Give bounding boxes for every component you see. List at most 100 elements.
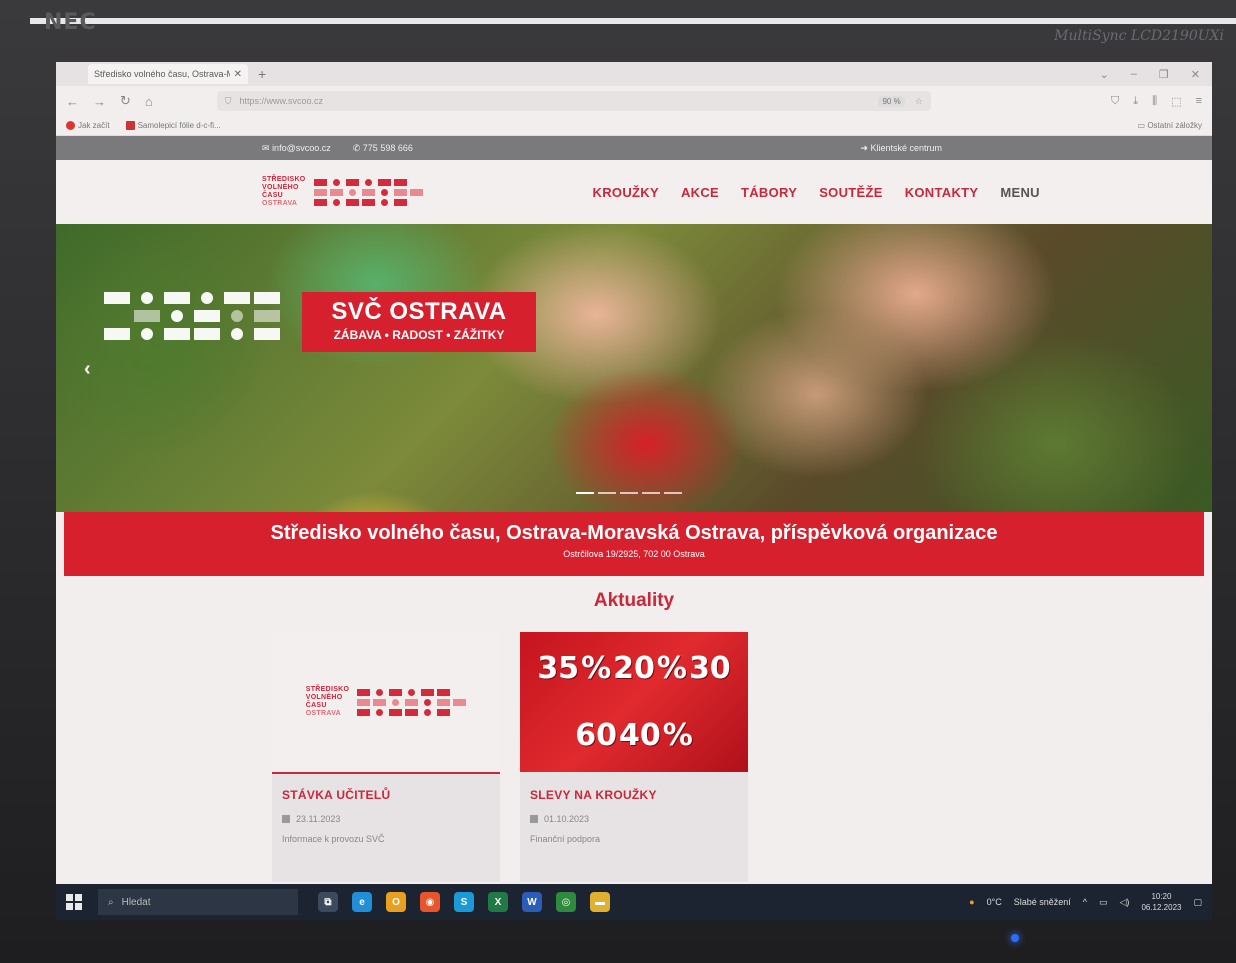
- nav-kontakty[interactable]: KONTAKTY: [905, 185, 979, 200]
- hero-title: SVČ OSTRAVA: [331, 298, 507, 325]
- edge-icon[interactable]: e: [352, 892, 372, 912]
- outlook-icon[interactable]: O: [386, 892, 406, 912]
- client-center-link[interactable]: ➜ Klientské centrum: [860, 143, 942, 154]
- volume-icon[interactable]: ◁): [1120, 897, 1130, 908]
- news-card-date: 01.10.2023: [530, 814, 738, 824]
- site-topbar: ✉ info@svcoo.cz ✆ 775 598 666 ➜ Klientsk…: [56, 136, 1212, 160]
- nav-akce[interactable]: AKCE: [681, 185, 719, 200]
- news-card[interactable]: 35 % 20 % 30 60 40 % SLEVY NA KROUŽKY 01…: [520, 632, 748, 882]
- news-card-body: STÁVKA UČITELŮ 23.11.2023 Informace k pr…: [272, 772, 500, 882]
- bookmark-item[interactable]: Jak začít: [66, 121, 110, 131]
- close-tab-icon[interactable]: ✕: [234, 69, 242, 80]
- taskbar-apps: ⧉ e O ◉ S X W ◎ ▬: [318, 892, 610, 912]
- chevron-down-icon[interactable]: ⌄: [1100, 68, 1109, 81]
- org-address: Ostrčilova 19/2925, 702 00 Ostrava: [563, 549, 705, 559]
- new-tab-icon[interactable]: +: [258, 66, 266, 82]
- monitor-model: MultiSync LCD2190UXi: [1054, 28, 1224, 44]
- search-icon: ⌕: [108, 896, 114, 908]
- weather-desc[interactable]: Slabé sněžení: [1014, 897, 1071, 907]
- weather-temp[interactable]: 0°C: [987, 897, 1002, 907]
- news-card-title[interactable]: SLEVY NA KROUŽKY: [530, 788, 738, 802]
- forward-icon[interactable]: →: [93, 94, 106, 109]
- extensions-icon[interactable]: ⬚: [1171, 95, 1181, 108]
- phone-icon: ✆: [352, 142, 361, 153]
- download-icon[interactable]: ⤓: [1133, 95, 1138, 108]
- bookmark-item[interactable]: Samolepicí fólie d-c-fi...: [125, 121, 221, 131]
- nav-krouzky[interactable]: KROUŽKY: [593, 185, 659, 200]
- reload-icon[interactable]: ↻: [120, 93, 131, 109]
- slider-dot[interactable]: [576, 492, 594, 494]
- browser-tab[interactable]: Středisko volného času, Ostrava-Mo ✕: [88, 64, 248, 84]
- slider-dot[interactable]: [620, 492, 638, 494]
- slider-dot[interactable]: [664, 492, 682, 494]
- hero-badge: SVČ OSTRAVA ZÁBAVA • RADOST • ZÁŽITKY: [302, 292, 536, 352]
- notifications-icon[interactable]: ▢: [1193, 897, 1202, 908]
- windows-start-icon[interactable]: [66, 894, 82, 910]
- slider-dot[interactable]: [642, 492, 660, 494]
- task-view-icon[interactable]: ⧉: [318, 892, 338, 912]
- phone-link[interactable]: ✆ 775 598 666: [353, 143, 413, 154]
- url-bar[interactable]: ⛉ https://www.svcoo.cz 90 % ☆: [216, 91, 931, 111]
- news-heading: Aktuality: [593, 590, 675, 611]
- excel-icon[interactable]: X: [488, 892, 508, 912]
- monitor-bezel: NEC MultiSync LCD2190UXi Středisko volné…: [0, 0, 1236, 963]
- chevron-up-icon[interactable]: ^: [1083, 897, 1087, 907]
- email-link[interactable]: ✉ info@svcoo.cz: [262, 143, 331, 154]
- other-bookmarks[interactable]: ▭ Ostatní záložky: [1138, 121, 1202, 130]
- taskbar-clock[interactable]: 10:20 06.12.2023: [1141, 891, 1181, 913]
- hero-logo-blocks: [104, 292, 280, 340]
- browser-navbar: ← → ↻ ⌂ ⛉ https://www.svcoo.cz 90 % ☆ ⛉ …: [56, 86, 1212, 116]
- calendar-icon: [530, 815, 538, 823]
- slider-dots: [576, 492, 682, 494]
- logo-text: STŘEDISKO VOLNÉHO ČASU OSTRAVA: [262, 176, 306, 207]
- weather-icon[interactable]: ●: [969, 897, 974, 907]
- news-card-date: 23.11.2023: [282, 814, 490, 824]
- news-card-image[interactable]: 35 % 20 % 30 60 40 %: [520, 632, 748, 772]
- card-logo: STŘEDISKO VOLNÉHO ČASU OSTRAVA: [306, 686, 467, 718]
- monitor-brand: NEC: [44, 10, 97, 35]
- close-window-icon[interactable]: ✕: [1191, 68, 1200, 81]
- tab-title: Středisko volného času, Ostrava-Mo: [94, 69, 230, 79]
- star-icon[interactable]: ☆: [915, 96, 923, 107]
- nav-menu[interactable]: MENU: [1000, 185, 1039, 200]
- news-card-desc: Informace k provozu SVČ: [282, 834, 385, 844]
- shield-icon: ⛉: [224, 95, 232, 106]
- site-logo[interactable]: STŘEDISKO VOLNÉHO ČASU OSTRAVA: [262, 176, 423, 208]
- news-card[interactable]: STŘEDISKO VOLNÉHO ČASU OSTRAVA STÁVKA UČ…: [272, 632, 500, 882]
- app-icon[interactable]: ◎: [556, 892, 576, 912]
- search-placeholder: Hledat: [121, 896, 151, 908]
- site-header: STŘEDISKO VOLNÉHO ČASU OSTRAVA KROUŽKY A…: [56, 160, 1212, 224]
- nav-tabory[interactable]: TÁBORY: [741, 185, 797, 200]
- library-icon[interactable]: ⫼: [1152, 95, 1157, 108]
- main-nav: KROUŽKY AKCE TÁBORY SOUTĚŽE KONTAKTY MEN…: [593, 185, 1040, 200]
- skype-icon[interactable]: S: [454, 892, 474, 912]
- slider-prev-icon[interactable]: ‹: [84, 358, 91, 381]
- back-icon[interactable]: ←: [66, 94, 79, 109]
- taskbar-search[interactable]: ⌕ Hledat: [98, 889, 298, 915]
- bookmark-site-icon: [125, 121, 135, 131]
- news-section: Aktuality STŘEDISKO VOLNÉHO ČASU OSTRAVA: [56, 576, 1212, 882]
- mail-icon: ✉: [262, 142, 270, 153]
- nav-souteze[interactable]: SOUTĚŽE: [819, 185, 883, 200]
- menu-icon[interactable]: ≡: [1196, 95, 1202, 108]
- firefox-icon[interactable]: ◉: [420, 892, 440, 912]
- zoom-level[interactable]: 90 %: [878, 95, 905, 107]
- windows-taskbar: ⌕ Hledat ⧉ e O ◉ S X W ◎ ▬ ● 0°C Slabé s…: [56, 884, 1212, 920]
- folder-icon: ▭: [1137, 121, 1146, 130]
- slider-dot[interactable]: [598, 492, 616, 494]
- file-explorer-icon[interactable]: ▬: [590, 892, 610, 912]
- news-card-desc: Finanční podpora: [530, 834, 601, 844]
- browser-tabbar: Středisko volného času, Ostrava-Mo ✕ + ⌄…: [56, 62, 1212, 86]
- news-card-image[interactable]: STŘEDISKO VOLNÉHO ČASU OSTRAVA: [272, 632, 500, 772]
- news-card-title[interactable]: STÁVKA UČITELŮ: [282, 788, 490, 802]
- monitor-top-strip: [30, 18, 1236, 24]
- pocket-icon[interactable]: ⛉: [1111, 95, 1119, 108]
- home-icon[interactable]: ⌂: [145, 94, 153, 109]
- firefox-icon: [66, 121, 75, 131]
- word-icon[interactable]: W: [522, 892, 542, 912]
- network-icon[interactable]: ▭: [1099, 897, 1108, 908]
- news-card-body: SLEVY NA KROUŽKY 01.10.2023 Finanční pod…: [520, 772, 748, 882]
- screen: Středisko volného času, Ostrava-Mo ✕ + ⌄…: [56, 62, 1212, 920]
- restore-icon[interactable]: ❐: [1159, 68, 1169, 81]
- minimize-icon[interactable]: –: [1131, 68, 1137, 81]
